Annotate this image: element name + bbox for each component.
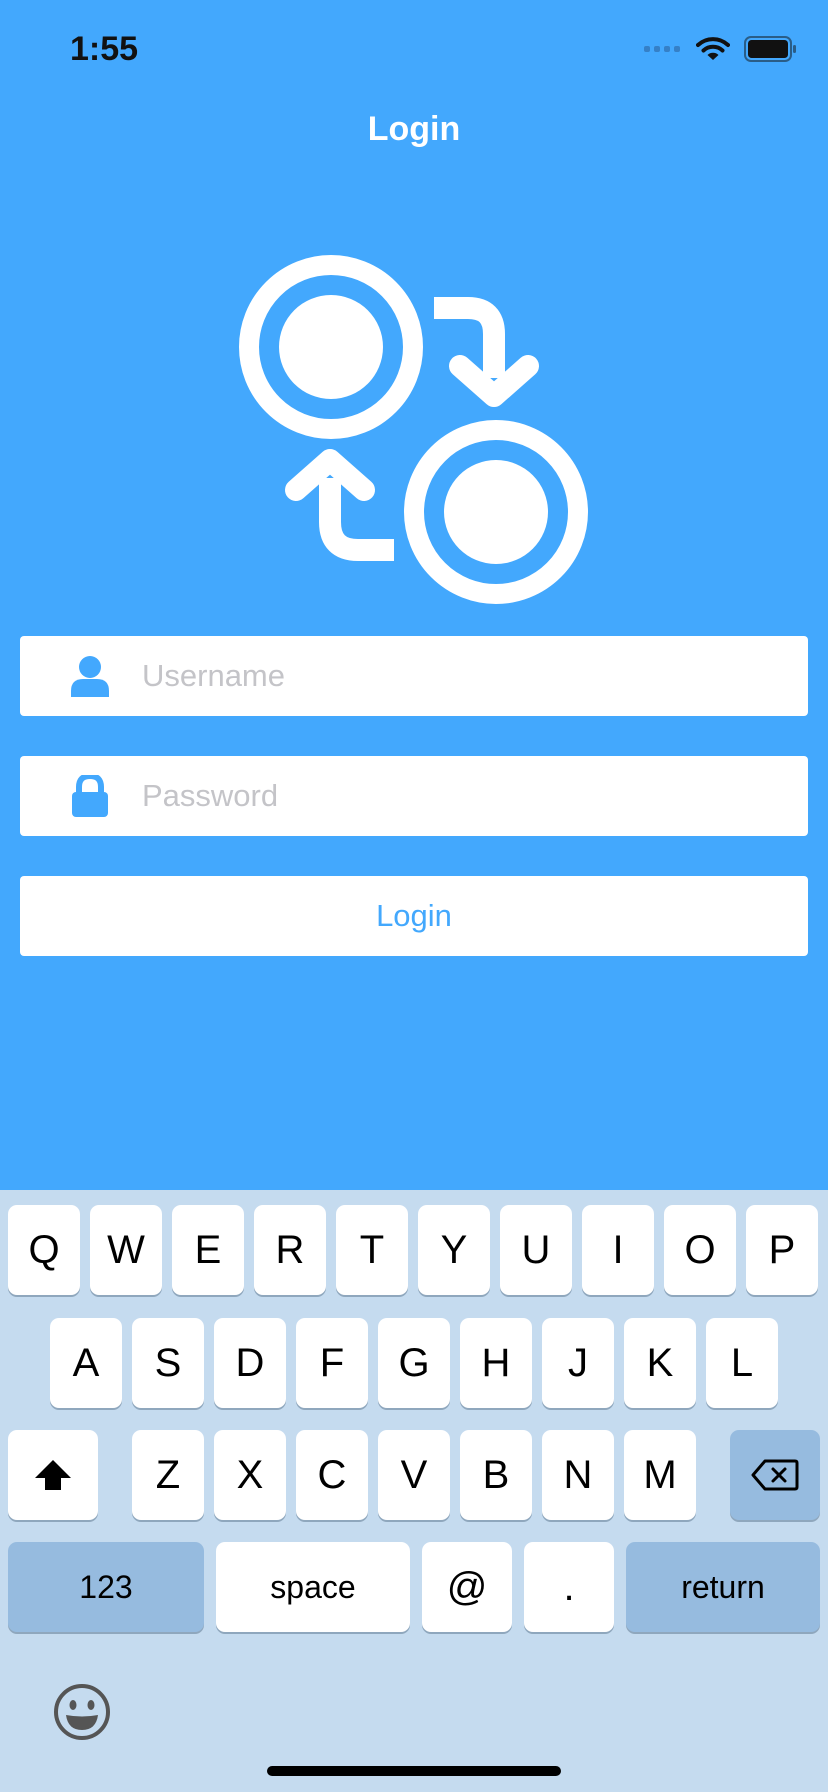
status-time: 1:55 [70, 30, 139, 68]
key-a[interactable]: A [50, 1318, 122, 1408]
numbers-key[interactable]: 123 [8, 1542, 204, 1632]
key-m[interactable]: M [624, 1430, 696, 1520]
delete-key[interactable] [730, 1430, 820, 1520]
cellular-signal-icon [644, 46, 680, 52]
key-x[interactable]: X [214, 1430, 286, 1520]
shift-key[interactable] [8, 1430, 98, 1520]
key-e[interactable]: E [172, 1205, 244, 1295]
key-r[interactable]: R [254, 1205, 326, 1295]
key-s[interactable]: S [132, 1318, 204, 1408]
key-b[interactable]: B [460, 1430, 532, 1520]
key-u[interactable]: U [500, 1205, 572, 1295]
key-c[interactable]: C [296, 1430, 368, 1520]
return-key[interactable]: return [626, 1542, 820, 1632]
battery-icon [744, 36, 796, 62]
key-t[interactable]: T [336, 1205, 408, 1295]
username-input[interactable] [142, 658, 782, 694]
key-f[interactable]: F [296, 1318, 368, 1408]
page-title: Login [367, 110, 461, 148]
key-i[interactable]: I [582, 1205, 654, 1295]
username-field[interactable] [20, 636, 808, 716]
key-d[interactable]: D [214, 1318, 286, 1408]
home-indicator [267, 1766, 561, 1776]
key-y[interactable]: Y [418, 1205, 490, 1295]
key-z[interactable]: Z [132, 1430, 204, 1520]
status-bar: 1:55 [0, 0, 828, 100]
key-w[interactable]: W [90, 1205, 162, 1295]
dot-key[interactable]: . [524, 1542, 614, 1632]
status-icons [644, 36, 798, 62]
key-l[interactable]: L [706, 1318, 778, 1408]
password-field[interactable] [20, 756, 808, 836]
sync-swap-logo-icon [239, 255, 588, 604]
password-input[interactable] [142, 778, 782, 814]
key-g[interactable]: G [378, 1318, 450, 1408]
person-icon [60, 646, 120, 706]
key-j[interactable]: J [542, 1318, 614, 1408]
key-h[interactable]: H [460, 1318, 532, 1408]
emoji-icon[interactable] [52, 1682, 112, 1742]
at-key[interactable]: @ [422, 1542, 512, 1632]
key-v[interactable]: V [378, 1430, 450, 1520]
key-o[interactable]: O [664, 1205, 736, 1295]
login-button[interactable]: Login [20, 876, 808, 956]
wifi-icon [696, 37, 730, 60]
key-p[interactable]: P [746, 1205, 818, 1295]
backspace-icon [751, 1459, 799, 1491]
space-key[interactable]: space [216, 1542, 410, 1632]
lock-icon [60, 766, 120, 826]
key-q[interactable]: Q [8, 1205, 80, 1295]
key-k[interactable]: K [624, 1318, 696, 1408]
shift-icon [35, 1460, 71, 1490]
key-n[interactable]: N [542, 1430, 614, 1520]
